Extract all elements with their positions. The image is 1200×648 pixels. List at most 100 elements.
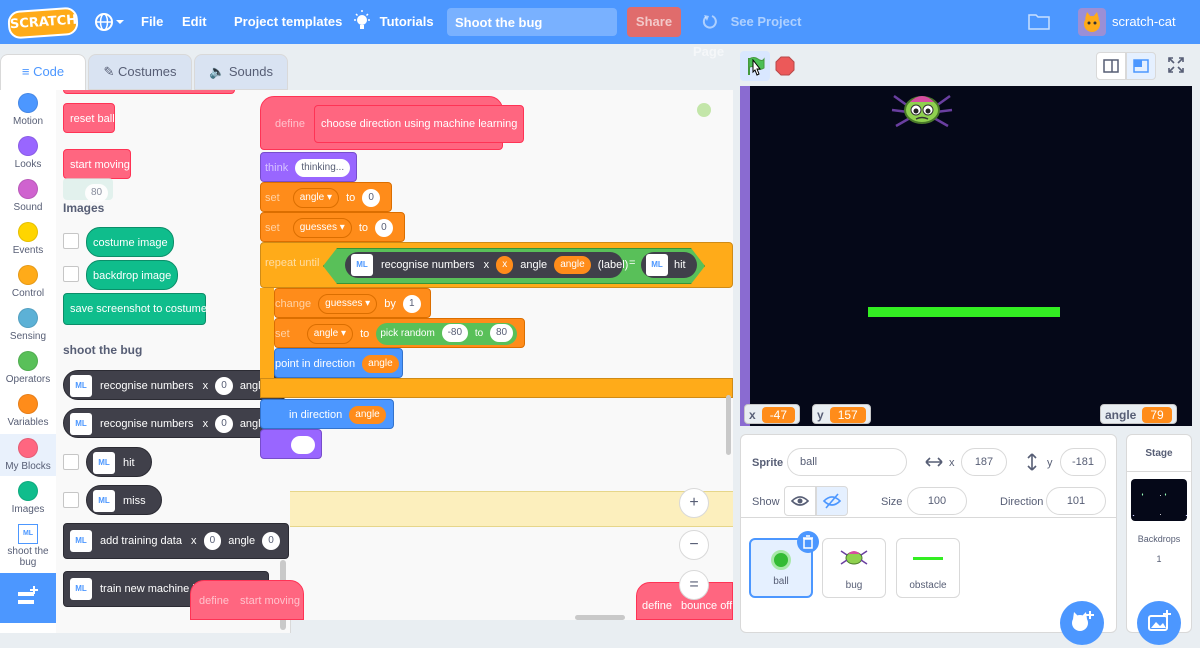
hide-sprite-button[interactable] bbox=[816, 486, 848, 516]
angle-dropdown[interactable]: angle ▾ bbox=[306, 324, 354, 345]
pick-random-reporter[interactable]: pick random -80 to 80 bbox=[376, 323, 518, 346]
palette-block-recognise-numbers[interactable]: ML recognise numbers x 0 angle bbox=[63, 408, 290, 438]
project-templates-menu[interactable]: Project templates bbox=[234, 0, 342, 44]
share-button[interactable]: Share bbox=[627, 7, 681, 37]
add-backdrop-button[interactable] bbox=[1137, 601, 1181, 645]
stop-button[interactable] bbox=[775, 56, 795, 76]
category-events[interactable]: Events bbox=[0, 222, 56, 256]
category-images[interactable]: Images bbox=[0, 481, 56, 515]
angle-variable-reporter[interactable]: angle bbox=[554, 256, 591, 275]
small-stage-button[interactable] bbox=[1096, 52, 1126, 80]
looks-block-partial[interactable] bbox=[260, 429, 322, 459]
angle-variable-reporter[interactable]: angle bbox=[349, 406, 386, 425]
category-operators[interactable]: Operators bbox=[0, 351, 56, 385]
zoom-out-button[interactable]: − bbox=[679, 530, 709, 560]
tab-code[interactable]: ≡ Code bbox=[0, 54, 86, 90]
palette-block-add-training-data[interactable]: ML add training data x 0 angle 0 bbox=[63, 523, 289, 559]
tab-sounds[interactable]: 🔈 Sounds bbox=[194, 54, 288, 90]
y-position-input[interactable]: -181 bbox=[1060, 448, 1106, 476]
folder-icon[interactable] bbox=[1028, 12, 1050, 30]
direction-input[interactable]: 101 bbox=[1046, 487, 1106, 515]
palette-block-costume-image[interactable]: costume image bbox=[86, 227, 174, 257]
tab-costumes[interactable]: ✎ Costumes bbox=[88, 54, 192, 90]
in-direction-block[interactable]: in direction angle bbox=[260, 399, 394, 429]
file-menu[interactable]: File bbox=[141, 0, 163, 44]
angle-variable-reporter[interactable]: angle bbox=[362, 355, 399, 374]
category-shoot-the-bug[interactable]: ML shoot the bug bbox=[0, 524, 56, 568]
scratch-logo[interactable]: SCRATCH bbox=[7, 6, 79, 40]
edit-menu[interactable]: Edit bbox=[182, 0, 207, 44]
tutorials-button[interactable]: Tutorials bbox=[352, 0, 434, 44]
palette-block-miss[interactable]: ML miss bbox=[86, 485, 162, 515]
username[interactable]: scratch-cat bbox=[1112, 0, 1176, 44]
sprite-thumb-bug[interactable]: bug bbox=[822, 538, 886, 598]
avatar[interactable] bbox=[1078, 8, 1106, 36]
normal-stage-button[interactable] bbox=[1126, 52, 1156, 80]
stage-canvas[interactable] bbox=[740, 86, 1192, 426]
costume-image-checkbox[interactable] bbox=[63, 233, 79, 249]
delete-sprite-button[interactable] bbox=[797, 531, 819, 553]
value-pill[interactable]: 0 bbox=[215, 415, 233, 434]
see-project-page-button[interactable]: See Project Page bbox=[693, 7, 833, 59]
think-block[interactable]: think thinking... bbox=[260, 152, 357, 182]
fullscreen-button[interactable] bbox=[1162, 52, 1190, 78]
palette-block-partial[interactable] bbox=[63, 90, 235, 94]
backdrop-image-checkbox[interactable] bbox=[63, 266, 79, 282]
category-sensing[interactable]: Sensing bbox=[0, 308, 56, 342]
language-menu[interactable] bbox=[94, 0, 126, 44]
code-vertical-scrollbar[interactable] bbox=[726, 395, 731, 455]
value-pill[interactable]: 80 bbox=[489, 324, 514, 343]
code-horizontal-scrollbar[interactable] bbox=[575, 615, 625, 620]
sprite-thumb-obstacle[interactable]: obstacle bbox=[896, 538, 960, 598]
size-input[interactable]: 100 bbox=[907, 487, 967, 515]
define-start-moving-block[interactable]: define start moving bbox=[190, 580, 304, 620]
value-pill[interactable]: 1 bbox=[402, 295, 421, 314]
category-variables[interactable]: Variables bbox=[0, 394, 56, 428]
palette-block-backdrop-image[interactable]: backdrop image bbox=[86, 260, 178, 290]
zoom-in-button[interactable]: + bbox=[679, 488, 709, 518]
palette-block-reset-ball[interactable]: reset ball bbox=[63, 103, 115, 133]
obstacle-sprite[interactable] bbox=[868, 307, 1060, 317]
add-sprite-button[interactable] bbox=[1060, 601, 1104, 645]
hit-checkbox[interactable] bbox=[63, 454, 79, 470]
guesses-dropdown[interactable]: guesses ▾ bbox=[292, 218, 352, 239]
set-guesses-block[interactable]: set guesses ▾ to 0 bbox=[260, 212, 405, 242]
recognise-numbers-reporter[interactable]: ML recognise numbers x x angle angle (lab… bbox=[345, 252, 628, 278]
value-pill[interactable]: 0 bbox=[215, 377, 233, 396]
zoom-reset-button[interactable]: = bbox=[679, 570, 709, 600]
set-angle-random-block[interactable]: set angle ▾ to pick random -80 to 80 bbox=[274, 318, 525, 348]
value-pill[interactable]: -80 bbox=[441, 324, 469, 343]
show-sprite-button[interactable] bbox=[784, 486, 816, 516]
set-angle-block[interactable]: set angle ▾ to 0 bbox=[260, 182, 392, 212]
add-extension-button[interactable] bbox=[0, 573, 56, 623]
value-pill[interactable]: 0 bbox=[362, 189, 380, 208]
value-pill[interactable]: 0 bbox=[203, 532, 222, 551]
change-guesses-block[interactable]: change guesses ▾ by 1 bbox=[274, 288, 431, 318]
palette-block-start-moving[interactable]: start moving bbox=[63, 149, 131, 179]
category-motion[interactable]: Motion bbox=[0, 93, 56, 127]
project-title-input[interactable] bbox=[447, 8, 617, 36]
repeat-until-block[interactable]: repeat until ML recognise numbers x x ang… bbox=[260, 242, 733, 288]
value-pill[interactable]: 0 bbox=[375, 219, 393, 238]
point-in-direction-block[interactable]: point in direction angle bbox=[274, 348, 403, 378]
hit-reporter[interactable]: ML hit bbox=[641, 252, 697, 278]
category-control[interactable]: Control bbox=[0, 265, 56, 299]
miss-checkbox[interactable] bbox=[63, 492, 79, 508]
palette-block-save-screenshot[interactable]: save screenshot to costume bbox=[63, 293, 207, 325]
code-workspace[interactable]: define choose direction using machine le… bbox=[190, 90, 733, 620]
palette-block-recognise-numbers[interactable]: ML recognise numbers x 0 angle bbox=[63, 370, 290, 400]
x-position-input[interactable]: 187 bbox=[961, 448, 1007, 476]
bug-sprite[interactable] bbox=[888, 88, 956, 132]
x-variable-reporter[interactable]: x bbox=[496, 256, 514, 275]
guesses-dropdown[interactable]: guesses ▾ bbox=[318, 294, 378, 315]
palette-block-hit[interactable]: ML hit bbox=[86, 447, 152, 477]
value-pill[interactable] bbox=[291, 436, 315, 455]
value-pill[interactable]: 0 bbox=[262, 532, 280, 551]
sprite-name-input[interactable]: ball bbox=[787, 448, 907, 476]
category-looks[interactable]: Looks bbox=[0, 136, 56, 170]
value-pill[interactable]: thinking... bbox=[295, 159, 351, 178]
define-block[interactable]: define choose direction using machine le… bbox=[260, 96, 525, 150]
category-my-blocks[interactable]: My Blocks bbox=[0, 434, 56, 476]
backdrop-thumbnail[interactable] bbox=[1131, 479, 1187, 521]
category-sound[interactable]: Sound bbox=[0, 179, 56, 213]
